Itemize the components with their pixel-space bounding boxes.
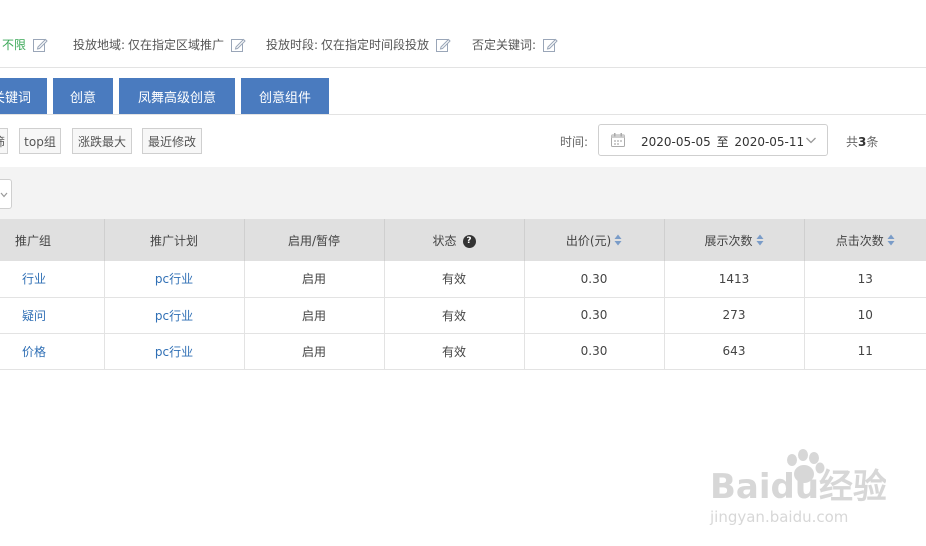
table-row: 价格 pc行业 启用 有效 0.30 643 11: [0, 333, 926, 370]
date-range-picker[interactable]: 2020-05-05 至 2020-05-11: [598, 124, 828, 156]
table-row: 疑问 pc行业 启用 有效 0.30 273 10: [0, 297, 926, 334]
edit-icon[interactable]: [542, 37, 558, 53]
filter-row: 筛 top组 涨跌最大 最近修改 时间: 2020-05-05 至 2020-0…: [0, 115, 926, 167]
edit-icon[interactable]: [435, 37, 451, 53]
cell-clicks: 10: [804, 297, 926, 334]
cell-plan-link[interactable]: pc行业: [104, 333, 245, 370]
filter-chip[interactable]: 筛: [0, 128, 8, 154]
setting-value: 仅在指定区域推广: [128, 38, 225, 52]
setting-label: 否定关键词:: [472, 38, 537, 52]
chevron-down-icon: [805, 134, 817, 149]
bulk-action-select[interactable]: [0, 179, 12, 209]
tab-creative[interactable]: 创意: [53, 78, 113, 114]
data-table: 推广组 推广计划 启用/暂停 状态? 出价(元) 展示次数 点击次数 行业 pc…: [0, 219, 926, 370]
filter-chip-top-group[interactable]: top组: [19, 128, 61, 154]
cell-enable-status: 启用: [244, 333, 385, 370]
help-icon[interactable]: ?: [462, 234, 476, 248]
chevron-down-icon: [0, 189, 8, 203]
cell-bid: 0.30: [524, 297, 665, 334]
column-header-bid[interactable]: 出价(元): [524, 219, 665, 261]
date-end: 2020-05-11: [734, 135, 805, 149]
time-label: 时间:: [560, 135, 589, 149]
cell-bid: 0.30: [524, 333, 665, 370]
watermark-url: jingyan.baidu.com: [709, 508, 848, 526]
cell-enable-status: 启用: [244, 297, 385, 334]
date-start: 2020-05-05: [641, 135, 711, 149]
cell-group-link[interactable]: 行业: [0, 261, 105, 298]
setting-value: 不限: [2, 38, 27, 52]
column-header-status[interactable]: 状态?: [384, 219, 525, 261]
sort-icon[interactable]: [887, 234, 895, 249]
setting-item-2: 投放时段: 仅在指定时间段投放: [266, 36, 451, 53]
setting-value: 仅在指定时间段投放: [321, 38, 430, 52]
table-header-row: 推广组 推广计划 启用/暂停 状态? 出价(元) 展示次数 点击次数: [0, 219, 926, 261]
tab-creative-components[interactable]: 创意组件: [241, 78, 329, 114]
header-label: 点击次数: [835, 233, 884, 248]
cell-status: 有效: [384, 297, 525, 334]
column-header-impressions[interactable]: 展示次数: [664, 219, 805, 261]
tab-keywords[interactable]: 关键词: [0, 78, 47, 114]
cell-status: 有效: [384, 261, 525, 298]
cell-impressions: 643: [664, 333, 805, 370]
watermark-brand: Baidu经验: [710, 467, 886, 507]
cell-plan-link[interactable]: pc行业: [104, 261, 245, 298]
column-header-plan[interactable]: 推广计划: [104, 219, 245, 261]
sort-icon[interactable]: [756, 234, 764, 249]
total-count: 共3条: [846, 133, 878, 150]
column-header-clicks[interactable]: 点击次数: [804, 219, 926, 261]
date-separator: 至: [716, 135, 729, 149]
cell-group-link[interactable]: 价格: [0, 333, 105, 370]
edit-icon[interactable]: [32, 37, 48, 53]
setting-label: 投放时段:: [266, 38, 319, 52]
total-suffix: 条: [866, 135, 879, 149]
sort-icon[interactable]: [614, 234, 622, 249]
cell-clicks: 11: [804, 333, 926, 370]
column-header-enable-pause[interactable]: 启用/暂停: [244, 219, 385, 261]
tabs-row: 关键词 创意 凤舞高级创意 创意组件: [0, 68, 926, 115]
cell-enable-status: 启用: [244, 261, 385, 298]
filter-chip-recently-modified[interactable]: 最近修改: [142, 128, 202, 154]
header-label: 推广组: [15, 233, 52, 248]
toolbar-strip: [0, 167, 926, 219]
cell-plan-link[interactable]: pc行业: [104, 297, 245, 334]
total-prefix: 共: [846, 135, 859, 149]
filter-chip-biggest-change[interactable]: 涨跌最大: [72, 128, 132, 154]
header-label: 状态: [432, 233, 457, 248]
cell-status: 有效: [384, 333, 525, 370]
header-label: 展示次数: [704, 233, 753, 248]
baidu-jingyan-watermark: Baidu经验 jingyan.baidu.com: [706, 446, 887, 528]
setting-item-1: 投放地域: 仅在指定区域推广: [73, 36, 246, 53]
cell-clicks: 13: [804, 261, 926, 298]
date-range-text: 2020-05-05 至 2020-05-11: [641, 133, 804, 150]
cell-group-link[interactable]: 疑问: [0, 297, 105, 334]
cell-impressions: 273: [664, 297, 805, 334]
table-row: 行业 pc行业 启用 有效 0.30 1413 13: [0, 261, 926, 298]
tab-fengwu-advanced-creative[interactable]: 凤舞高级创意: [119, 78, 235, 114]
setting-label: 投放地域:: [73, 38, 126, 52]
edit-icon[interactable]: [230, 37, 246, 53]
setting-item-0: 不限: [2, 36, 48, 53]
header-label: 启用/暂停: [287, 233, 341, 248]
cell-impressions: 1413: [664, 261, 805, 298]
header-label: 出价(元): [565, 233, 612, 248]
cell-bid: 0.30: [524, 261, 665, 298]
settings-row: 不限 投放地域: 仅在指定区域推广 投放时段: 仅在指定时间段投放 否定关键词:: [0, 0, 926, 68]
header-label: 推广计划: [149, 233, 198, 248]
column-header-group[interactable]: 推广组: [0, 219, 105, 261]
setting-item-3: 否定关键词:: [472, 36, 558, 53]
calendar-icon: [610, 132, 626, 151]
